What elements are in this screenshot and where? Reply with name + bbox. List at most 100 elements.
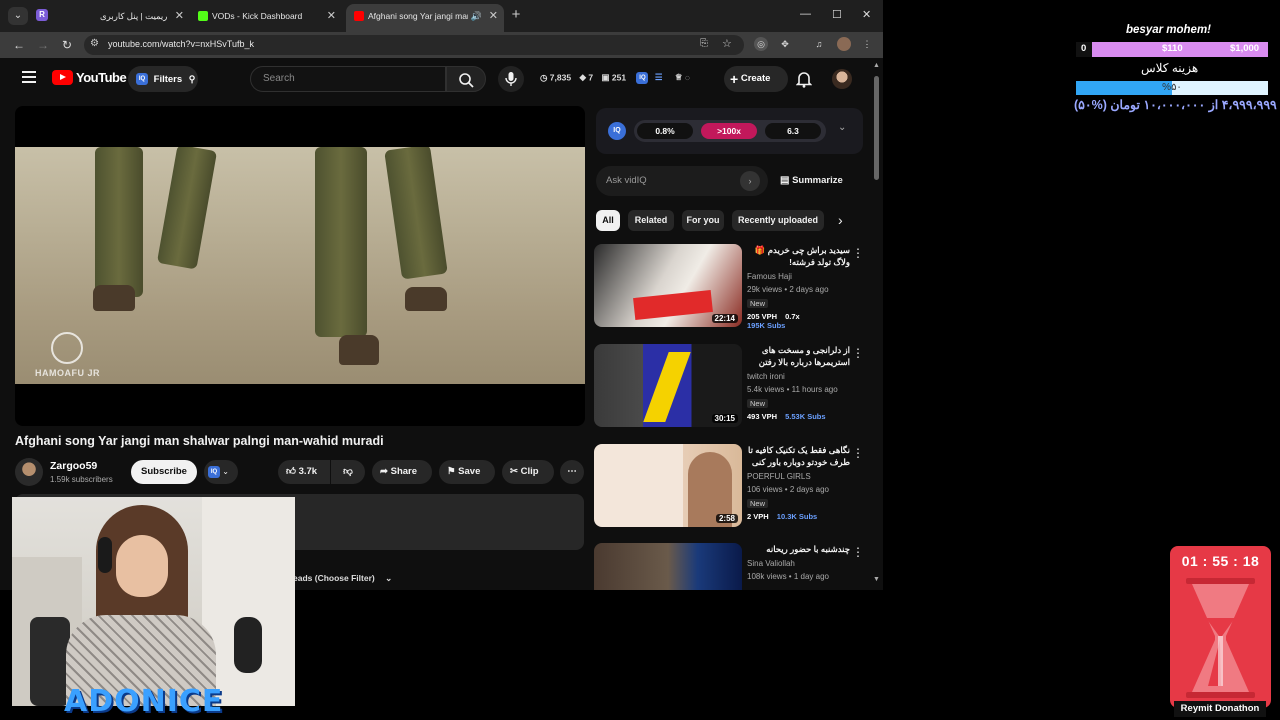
vidiq-badge-icon[interactable]: IQ [636, 72, 649, 84]
address-bar[interactable]: ⚙ youtube.com/watch?v=nxHSvTufb_k ⎘ ☆ [84, 35, 744, 55]
vidiq-score-outlier[interactable]: >100x [701, 123, 757, 139]
video-thumbnail[interactable]: 22:14 [594, 244, 742, 327]
account-avatar[interactable] [832, 69, 852, 89]
tab-title: ریمیت | پنل کاربری [100, 11, 168, 21]
chip-all[interactable]: All [596, 210, 620, 231]
recommendation-item[interactable]: چندشنبه با حضور ریحانه پارسا Sina Valiol… [594, 543, 868, 590]
vidiq-dropdown[interactable]: IQ ⌄ [204, 460, 238, 484]
channel-name[interactable]: Zargoo59 [50, 460, 97, 472]
minimize-button[interactable]: — [800, 8, 811, 20]
webcam-overlay [12, 497, 295, 706]
like-button[interactable]: 👍︎ 3.7k [278, 460, 330, 484]
more-options-icon[interactable]: ⋮ [852, 545, 864, 559]
share-button[interactable]: ➦ Share [372, 460, 432, 484]
recommendation-channel[interactable]: Famous Haji [747, 272, 792, 281]
reload-icon[interactable]: ↻ [58, 36, 76, 54]
scissors-icon: ✂ [510, 466, 518, 477]
chip-recently-uploaded[interactable]: Recently uploaded [732, 210, 824, 231]
filters-button[interactable]: IQ Filters ⚲ [128, 66, 198, 92]
chevron-right-icon[interactable]: › [838, 212, 843, 228]
youtube-wordmark[interactable]: YouTube [76, 70, 127, 85]
tab-title: VODs - Kick Dashboard [212, 11, 303, 21]
recommendation-item[interactable]: 2:58 نگاهی فقط یک تکنیک کافیه تا طرف خود… [594, 444, 868, 534]
chevron-down-icon[interactable]: ⌄ [838, 122, 846, 133]
back-arrow-icon[interactable]: ← [10, 36, 28, 54]
tab-close-icon[interactable]: ✕ [489, 4, 498, 28]
vidiq-menu-icon[interactable]: ☰ [655, 72, 663, 82]
chat-icon[interactable]: ◌ [685, 72, 690, 82]
ask-vidiq-input[interactable]: Ask vidIQ › [596, 166, 768, 196]
profile-avatar-icon[interactable] [837, 37, 851, 51]
chip-related[interactable]: Related [628, 210, 674, 231]
video-thumbnail[interactable]: 2:58 [594, 444, 742, 527]
media-control-icon[interactable]: ♫ [812, 37, 826, 51]
more-options-icon[interactable]: ⋮ [852, 246, 864, 260]
dislike-button[interactable]: 👎︎ [331, 460, 365, 484]
youtube-logo-icon[interactable] [52, 70, 73, 85]
brand-logo: ADONICE [64, 684, 224, 719]
recommendation-channel[interactable]: POERFUL GIRLS [747, 472, 811, 481]
video-player[interactable]: HAMOAFU JR [15, 106, 585, 426]
new-tab-button[interactable]: + [508, 6, 524, 24]
channel-avatar[interactable] [15, 458, 43, 486]
close-window-button[interactable]: ✕ [862, 8, 871, 21]
trophy-icon[interactable]: ♕ [675, 72, 683, 82]
install-app-icon[interactable]: ⎘ [700, 38, 708, 49]
search-input[interactable]: Search [250, 66, 446, 92]
page-scrollbar[interactable]: ▲ ▼ [872, 62, 882, 590]
tab-kick[interactable]: VODs - Kick Dashboard ✕ [190, 4, 342, 32]
more-actions-button[interactable]: ⋯ [560, 460, 584, 484]
vidiq-score-panel: IQ 0.8% >100x 6.3 ⌄ [596, 108, 863, 154]
scroll-down-arrow-icon[interactable]: ▼ [873, 576, 880, 583]
vidiq-vph: 2 VPH 10.3K Subs [747, 512, 817, 521]
vidiq-logo-icon[interactable]: IQ [608, 122, 626, 140]
voice-search-button[interactable] [498, 66, 524, 92]
video-thumbnail[interactable]: 30:15 [594, 344, 742, 427]
tab-reymit[interactable]: ریمیت | پنل کاربری ✕ [56, 4, 190, 32]
video-thumbnail[interactable] [594, 543, 742, 590]
create-button[interactable]: + Create [724, 66, 788, 92]
recommendation-channel[interactable]: Sina Valiollah [747, 559, 795, 568]
clip-label: Clip [520, 466, 539, 477]
more-options-icon[interactable]: ⋮ [852, 446, 864, 460]
recommendation-meta: 5.4k views • 11 hours ago [747, 385, 838, 394]
recommendation-meta: 108k views • 1 day ago [747, 572, 829, 581]
new-badge: New [747, 299, 769, 308]
extensions-puzzle-icon[interactable]: ✥ [778, 37, 792, 51]
bookmark-star-icon[interactable]: ☆ [722, 37, 732, 50]
kick-favicon-icon [198, 11, 208, 21]
scroll-up-arrow-icon[interactable]: ▲ [873, 62, 880, 69]
tab-close-icon[interactable]: ✕ [175, 4, 184, 28]
vidiq-score-rating[interactable]: 6.3 [765, 123, 821, 139]
summarize-button[interactable]: ▤ Summarize [780, 175, 843, 186]
comments-filter[interactable]: eads (Choose Filter) ⌄ [293, 573, 392, 584]
search-button[interactable] [446, 66, 486, 92]
tab-youtube-active[interactable]: Afghani song Yar jangi man 🔊 ✕ [346, 4, 504, 32]
recommendation-item[interactable]: 22:14 سیدید براش چی خریدم 🎁 ولاگ تولد فر… [594, 244, 868, 334]
browser-menu-icon[interactable]: ⋮ [860, 37, 874, 51]
scrollbar-thumb[interactable] [874, 76, 879, 180]
subscribe-button[interactable]: Subscribe [131, 460, 197, 484]
forward-arrow-icon[interactable]: → [34, 36, 52, 54]
milestone-label: $110 [1162, 43, 1183, 54]
extension-circle-icon[interactable]: ◎ [754, 37, 768, 51]
recommendation-item[interactable]: 30:15 از دلرانجی و مسخت های استریمرها در… [594, 344, 868, 434]
tab-close-icon[interactable]: ✕ [327, 4, 336, 28]
more-options-icon[interactable]: ⋮ [852, 346, 864, 360]
tab-search-icon[interactable]: ⌄ [8, 7, 28, 25]
recommendation-channel[interactable]: twitch ironi [747, 372, 785, 381]
send-arrow-icon[interactable]: › [740, 171, 760, 191]
bookmark-icon: ⚑ [447, 466, 456, 477]
hamburger-menu-icon[interactable] [22, 71, 36, 83]
video-watermark: HAMOAFU JR [35, 368, 100, 378]
notifications-bell-icon[interactable] [795, 70, 813, 88]
maximize-button[interactable]: ☐ [832, 8, 842, 21]
save-button[interactable]: ⚑ Save [439, 460, 495, 484]
recommendation-title: سیدید براش چی خریدم 🎁 ولاگ تولد فرشته! [754, 245, 850, 267]
vidiq-score-engagement[interactable]: 0.8% [637, 123, 693, 139]
audio-playing-icon[interactable]: 🔊 [471, 4, 482, 28]
site-info-icon[interactable]: ⚙ [90, 38, 99, 49]
reymit-pinned-tab-icon[interactable]: R [36, 9, 48, 21]
clip-button[interactable]: ✂ Clip [502, 460, 554, 484]
chip-for-you[interactable]: For you [682, 210, 724, 231]
